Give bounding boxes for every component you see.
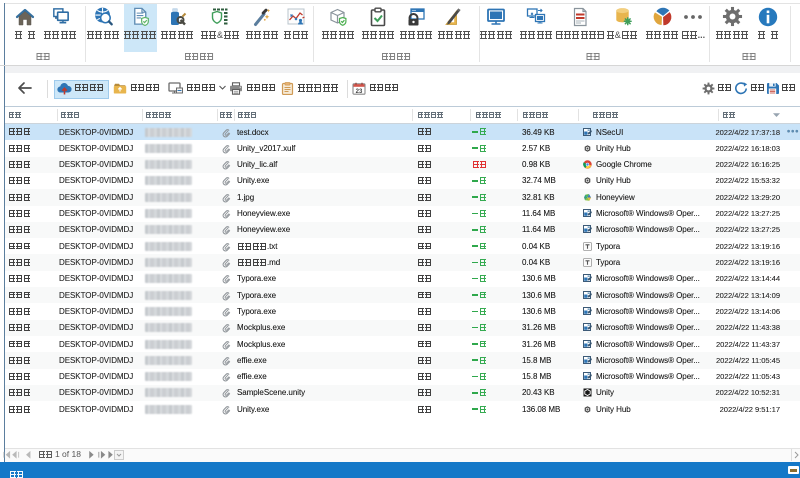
svg-text:23: 23 xyxy=(356,89,363,95)
